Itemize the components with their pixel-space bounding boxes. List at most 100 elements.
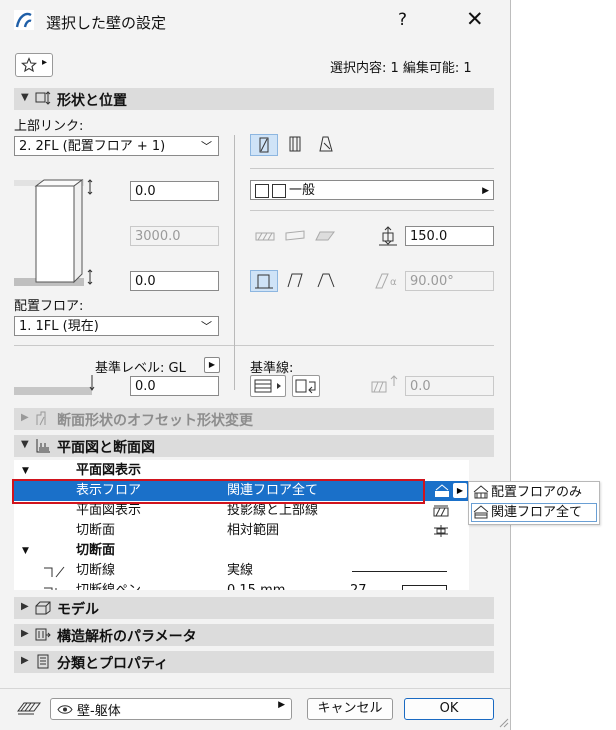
wall-trapezoid-button[interactable] bbox=[313, 134, 341, 156]
wall-slanted-button[interactable] bbox=[282, 134, 310, 156]
section-title: 構造解析のパラメータ bbox=[57, 629, 197, 645]
section-shape-position[interactable]: ▼ 形状と位置 bbox=[14, 88, 494, 110]
help-button[interactable]: ? bbox=[398, 10, 407, 30]
expanded-triangle-icon: ▼ bbox=[22, 466, 29, 476]
properties-icon bbox=[37, 654, 49, 669]
section-structural-analysis[interactable]: ▶ 構造解析のパラメータ bbox=[14, 624, 494, 646]
tree-group-cut[interactable]: ▼ 切断面 bbox=[14, 541, 469, 561]
home-floor-label: 配置フロア: bbox=[14, 299, 84, 314]
selection-info: 選択内容: 1 編集可能: 1 bbox=[330, 61, 472, 76]
floorplan-icon bbox=[36, 439, 50, 453]
expanded-triangle-icon: ▼ bbox=[21, 92, 29, 103]
projected-overhead-icon bbox=[433, 505, 449, 517]
divider bbox=[250, 168, 494, 169]
ref-level-arrow-button[interactable]: ▶ bbox=[204, 357, 220, 373]
collapsed-triangle-icon: ▶ bbox=[21, 601, 29, 612]
structural-icon bbox=[35, 628, 51, 641]
wall-trapezoid-icon bbox=[319, 136, 333, 152]
section-title: 形状と位置 bbox=[57, 93, 127, 109]
ref-level-input[interactable]: 0.0 bbox=[130, 376, 219, 396]
divider bbox=[14, 345, 494, 346]
profile-slanted-icon bbox=[287, 273, 303, 288]
chevron-down-icon: ﹀ bbox=[201, 320, 212, 333]
refline-location-icon bbox=[254, 379, 281, 393]
window-title: 選択した壁の設定 bbox=[46, 14, 167, 32]
collapsed-triangle-icon: ▶ bbox=[21, 412, 29, 423]
resize-grip-icon[interactable] bbox=[497, 716, 509, 728]
model-icon bbox=[35, 601, 51, 615]
collapsed-triangle-icon: ▶ bbox=[21, 628, 29, 639]
wall-geometry-icon bbox=[35, 91, 51, 105]
section-title: 分類とプロパティ bbox=[57, 656, 169, 672]
ok-button[interactable]: OK bbox=[404, 698, 494, 720]
section-model[interactable]: ▶ モデル bbox=[14, 597, 494, 619]
section-title: 断面形状のオフセット形状変更 bbox=[57, 413, 253, 429]
refline-direction-button[interactable] bbox=[292, 375, 320, 397]
refline-offset-icon bbox=[371, 375, 398, 393]
fill-pattern-icons bbox=[255, 230, 335, 241]
tree-row-cut-line-pen[interactable]: 切断線ペン 0.15 mm 27 bbox=[14, 581, 469, 590]
home-floor-select[interactable]: 1. 1FL (現在) ﹀ bbox=[14, 316, 219, 336]
refline-label: 基準線: bbox=[250, 361, 294, 376]
profile-straight-icon bbox=[255, 274, 273, 289]
composite-select[interactable]: 一般 ▶ bbox=[250, 180, 494, 200]
layer-icon bbox=[17, 702, 41, 715]
wall-profile-slanted-button[interactable] bbox=[282, 270, 310, 292]
wall-straight-icon bbox=[259, 137, 269, 153]
popup-item-all-relevant-stories[interactable]: 関連フロア全て bbox=[471, 503, 597, 522]
chevron-down-icon: ﹀ bbox=[201, 140, 212, 153]
close-button[interactable]: ✕ bbox=[466, 7, 484, 31]
line-sample bbox=[352, 571, 447, 572]
wall-settings-dialog: 選択した壁の設定 ? ✕ ▸ 選択内容: 1 編集可能: 1 ▼ 形状と位置 上… bbox=[0, 0, 511, 730]
section-profile-offset[interactable]: ▶ 断面形状のオフセット形状変更 bbox=[14, 408, 494, 430]
relative-range-icon bbox=[434, 525, 448, 537]
expanded-triangle-icon: ▼ bbox=[22, 546, 29, 556]
submenu-arrow-icon: ▶ bbox=[278, 700, 285, 710]
refline-location-button[interactable] bbox=[250, 375, 286, 397]
thickness-input[interactable]: 150.0 bbox=[405, 226, 494, 246]
svg-text:α: α bbox=[390, 277, 397, 288]
column-divider bbox=[234, 135, 235, 390]
tree-row-floor-plan-display[interactable]: 平面図表示 投影線と上部線 bbox=[14, 501, 469, 521]
composite-swatch-icon bbox=[255, 184, 286, 198]
slant-angle-icon: α bbox=[375, 273, 397, 289]
profile-double-slanted-icon bbox=[317, 273, 335, 288]
collapsed-triangle-icon: ▶ bbox=[21, 655, 29, 666]
submenu-arrow-icon: ▶ bbox=[482, 186, 489, 196]
section-title: 平面図と断面図 bbox=[57, 440, 155, 456]
top-link-select[interactable]: 2. 2FL (配置フロア + 1) ﹀ bbox=[14, 136, 219, 156]
section-floorplan-section[interactable]: ▼ 平面図と断面図 bbox=[14, 435, 494, 457]
all-stories-icon bbox=[435, 484, 449, 497]
bottom-offset-input[interactable]: 0.0 bbox=[130, 271, 219, 291]
pen-swatch bbox=[402, 585, 447, 590]
profile-offset-icon bbox=[36, 411, 46, 426]
tree-row-cut-line[interactable]: 切断線 実線 bbox=[14, 561, 469, 581]
section-classification-properties[interactable]: ▶ 分類とプロパティ bbox=[14, 651, 494, 673]
all-stories-icon bbox=[473, 505, 489, 519]
title-bar: 選択した壁の設定 ? ✕ bbox=[0, 0, 510, 42]
wall-slanted-icon bbox=[289, 136, 301, 152]
expanded-triangle-icon: ▼ bbox=[21, 439, 29, 450]
tree-row-cut-surface[interactable]: 切断面 相対範囲 bbox=[14, 521, 469, 541]
eye-icon bbox=[57, 705, 73, 714]
favorites-arrow-icon: ▸ bbox=[42, 57, 48, 68]
divider bbox=[250, 210, 494, 211]
favorites-button[interactable]: ▸ bbox=[15, 53, 53, 77]
dropdown-arrow-button[interactable]: ▶ bbox=[453, 483, 467, 498]
wall-profile-straight-button[interactable] bbox=[250, 270, 278, 292]
wall-preview-icon bbox=[14, 179, 93, 286]
wall-straight-button[interactable] bbox=[250, 134, 278, 156]
top-offset-input[interactable]: 0.0 bbox=[130, 181, 219, 201]
refline-flip-icon bbox=[295, 379, 316, 394]
height-input: 3000.0 bbox=[130, 226, 219, 246]
thickness-icon bbox=[379, 226, 397, 246]
cancel-button[interactable]: キャンセル bbox=[307, 698, 393, 720]
ref-level-icon bbox=[14, 375, 95, 395]
layer-select[interactable]: 壁-躯体 ▶ bbox=[50, 698, 292, 720]
tree-row-show-on-stories[interactable]: 表示フロア 関連フロア全て ▶ bbox=[14, 481, 469, 501]
home-story-icon bbox=[473, 485, 489, 499]
cut-pen-icon bbox=[44, 587, 57, 590]
wall-profile-double-slanted-button[interactable] bbox=[313, 270, 341, 292]
popup-item-home-story-only[interactable]: 配置フロアのみ bbox=[471, 483, 597, 502]
tree-group-plan[interactable]: ▼ 平面図表示 bbox=[14, 461, 469, 481]
